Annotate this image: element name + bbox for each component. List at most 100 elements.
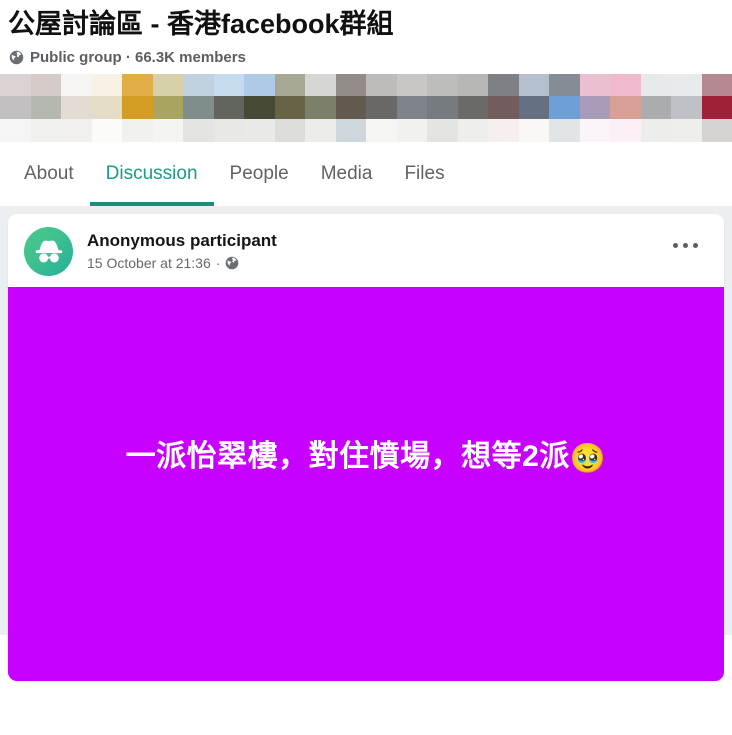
cover-pixel-1-7 [213,96,244,120]
cover-pixel-0-5 [152,73,183,97]
tab-media[interactable]: Media [305,142,389,206]
cover-photo[interactable] [0,73,732,142]
dot [692,243,698,249]
tab-people-label: People [229,162,289,184]
post-header: Anonymous participant 15 October at 21:3… [8,214,724,287]
cover-pixel-0-2 [61,73,92,97]
cover-pixel-0-15 [457,73,488,97]
cover-pixel-2-15 [457,119,488,142]
post-card: Anonymous participant 15 October at 21:3… [8,213,724,681]
cover-pixel-2-16 [488,119,519,142]
cover-pixel-2-9 [274,119,305,142]
cover-pixel-2-3 [91,119,122,142]
globe-icon[interactable] [225,256,240,271]
cover-pixel-1-2 [61,96,92,120]
cover-pixel-0-7 [213,73,244,97]
cover-pixel-1-12 [366,96,397,120]
cover-pixel-2-20 [610,119,641,142]
cover-pixel-1-10 [305,96,336,120]
dot [672,243,678,249]
cover-pixel-0-0 [0,73,31,97]
post-timestamp[interactable]: 15 October at 21:36 [87,255,211,271]
tab-discussion-label: Discussion [105,162,198,184]
cover-pixel-2-11 [335,119,366,142]
cover-pixel-1-5 [152,96,183,120]
cover-pixel-0-12 [366,73,397,97]
cover-pixel-1-0 [0,96,31,120]
post-image-emoji: 🥹 [569,442,607,475]
cover-pixel-0-22 [671,73,702,97]
post-image-text-body: 一派怡翠樓，對住憤場，想等2派 [125,439,570,473]
cover-pixel-2-2 [61,119,92,142]
cover-pixel-1-14 [427,96,458,120]
cover-pixel-2-0 [0,119,31,142]
cover-pixel-0-3 [91,73,122,97]
cover-pixel-2-23 [701,119,732,142]
cover-pixel-1-20 [610,96,641,120]
cover-pixel-1-23 [701,96,732,120]
cover-pixel-0-10 [305,73,336,97]
cover-pixel-0-17 [518,73,549,97]
cover-pixel-2-8 [244,119,275,142]
cover-pixel-0-1 [30,73,61,97]
page-title: 公屋討論區 - 香港facebook群組 [8,9,394,39]
dot [682,243,688,249]
incognito-avatar-icon[interactable] [24,226,73,276]
cover-pixel-1-13 [396,96,427,120]
post-author-name[interactable]: Anonymous participant [87,230,277,251]
cover-pixel-0-9 [274,73,305,97]
cover-pixel-2-14 [427,119,458,142]
tab-files-label: Files [404,162,445,184]
cover-pixel-0-23 [701,73,732,97]
cover-pixel-1-9 [274,96,305,120]
cover-pixel-0-20 [610,73,641,97]
cover-pixel-2-17 [518,119,549,142]
group-meta: Public group · 66.3K members [6,49,732,66]
cover-pixel-1-19 [579,96,610,120]
cover-pixel-0-19 [579,73,610,97]
tab-about[interactable]: About [18,142,90,206]
cover-pixel-1-11 [335,96,366,120]
cover-pixel-2-1 [30,119,61,142]
cover-pixel-0-16 [488,73,519,97]
tab-media-label: Media [320,162,373,184]
cover-pixel-0-4 [122,73,153,97]
cover-pixel-1-3 [91,96,122,120]
post-more-options-icon[interactable] [668,236,702,256]
cover-pixel-2-6 [183,119,214,142]
post-image[interactable]: 一派怡翠樓，對住憤場，想等2派🥹 [8,286,724,681]
tab-discussion[interactable]: Discussion [89,142,214,206]
cover-pixel-1-22 [671,96,702,120]
cover-pixel-2-12 [366,119,397,142]
cover-pixel-2-19 [579,119,610,142]
group-tabs: About Discussion People Media Files [0,141,732,206]
cover-pixel-1-15 [457,96,488,120]
cover-pixel-1-4 [122,96,153,120]
globe-icon [9,50,24,65]
cover-pixel-0-6 [183,73,214,97]
cover-pixel-1-21 [640,96,671,120]
cover-pixel-0-18 [549,73,580,97]
cover-pixel-2-7 [213,119,244,142]
cover-pixel-2-18 [549,119,580,142]
tab-files[interactable]: Files [388,142,460,206]
cover-pixel-2-21 [640,119,671,142]
cover-pixel-1-8 [244,96,275,120]
cover-pixel-0-21 [640,73,671,97]
post-image-text: 一派怡翠樓，對住憤場，想等2派🥹 [126,437,607,479]
cover-pixel-0-11 [335,73,366,97]
cover-pixel-1-18 [549,96,580,120]
cover-pixel-1-16 [488,96,519,120]
cover-pixel-2-10 [305,119,336,142]
cover-pixel-1-6 [183,96,214,120]
cover-pixel-0-8 [244,73,275,97]
cover-pixel-1-1 [30,96,61,120]
post-meta-row: 15 October at 21:36 · [87,255,277,271]
group-header: 公屋討論區 - 香港facebook群組 Public group · 66.3… [0,0,732,66]
tab-people[interactable]: People [214,142,305,206]
cover-pixel-0-14 [427,73,458,97]
group-meta-label: Public group · 66.3K members [30,48,246,66]
group-page: 公屋討論區 - 香港facebook群組 Public group · 66.3… [0,0,732,735]
post-meta-separator: · [215,255,221,271]
cover-pixel-0-13 [396,73,427,97]
